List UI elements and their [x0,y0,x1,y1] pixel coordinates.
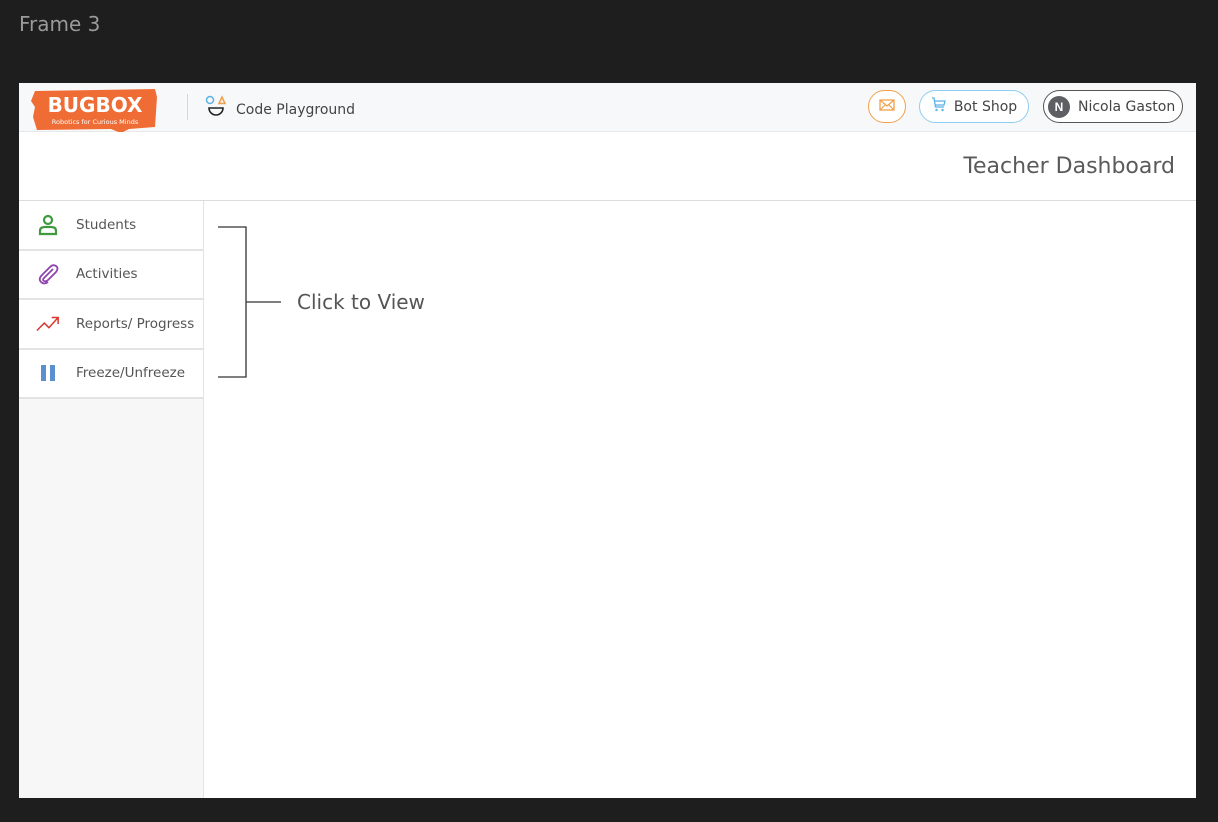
navbar-divider [187,94,188,120]
sidebar-item-reports-progress[interactable]: Reports/ Progress [19,300,203,350]
annotation-bracket [218,226,281,378]
sidebar: Students Activities Reports/ Progress Fr… [19,201,204,798]
logo-tagline: Robotics for Curious Minds [52,118,139,126]
user-profile-button[interactable]: N Nicola Gaston [1043,90,1183,123]
user-name: Nicola Gaston [1078,98,1176,115]
mail-button[interactable] [868,90,906,123]
page-title: Teacher Dashboard [963,154,1175,179]
logo-title: BUGBOX [48,93,143,117]
page-header: Teacher Dashboard [19,133,1196,201]
bugbox-logo[interactable]: BUGBOX Robotics for Curious Minds [31,87,159,133]
pause-icon [36,361,60,385]
sidebar-item-students[interactable]: Students [19,201,203,251]
bot-shop-button[interactable]: Bot Shop [919,90,1029,123]
click-to-view-annotation: Click to View [297,290,425,314]
avatar: N [1048,95,1070,118]
bot-shop-label: Bot Shop [953,98,1018,115]
sidebar-item-label: Reports/ Progress [76,315,195,332]
sidebar-item-freeze-unfreeze[interactable]: Freeze/Unfreeze [19,349,203,399]
code-playground-link[interactable]: Code Playground [204,95,355,124]
app-frame: BUGBOX Robotics for Curious Minds Code P… [19,83,1196,798]
sidebar-item-activities[interactable]: Activities [19,250,203,300]
frame-label: Frame 3 [19,12,101,36]
sidebar-item-label: Freeze/Unfreeze [76,365,186,382]
top-navbar: BUGBOX Robotics for Curious Minds Code P… [19,83,1196,133]
code-playground-label: Code Playground [236,101,356,118]
mail-icon [879,98,895,116]
paperclip-icon [36,262,60,286]
cart-icon [931,96,946,117]
shapes-face-icon [204,95,228,124]
person-icon [36,213,60,237]
sidebar-item-label: Activities [76,266,138,283]
trending-up-icon [36,312,60,336]
sidebar-item-label: Students [76,216,137,233]
